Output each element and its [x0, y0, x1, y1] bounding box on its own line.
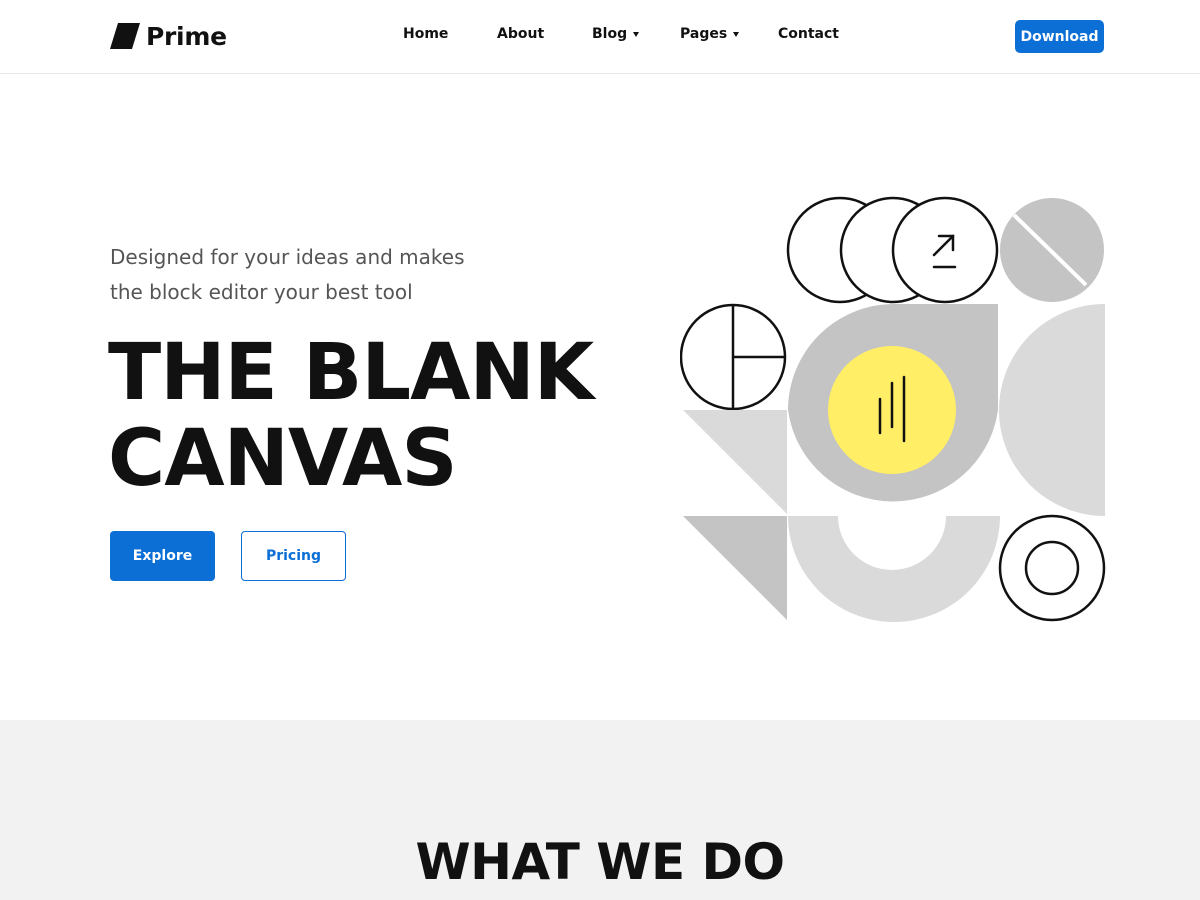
section-title: WHAT WE DO — [415, 833, 785, 891]
download-button[interactable]: Download — [1015, 20, 1104, 53]
grey-triangle — [683, 516, 787, 620]
caret-down-icon — [733, 31, 740, 37]
light-grey-half-circle — [999, 304, 1105, 516]
explore-button[interactable]: Explore — [110, 531, 215, 581]
light-grey-arch — [788, 516, 1000, 622]
double-ring-circle — [998, 514, 1106, 622]
hero-subtitle-line-2: the block editor your best tool — [110, 280, 413, 304]
hero-title-line-1: THE BLANK — [108, 328, 594, 418]
nav-contact[interactable]: Contact — [778, 26, 839, 42]
nav-blog-label: Blog — [592, 26, 628, 42]
nav-about[interactable]: About — [497, 26, 544, 42]
light-grey-triangle — [683, 410, 787, 514]
outline-circle-3 — [891, 196, 999, 304]
caret-down-icon — [633, 31, 640, 37]
hero-title: THE BLANK CANVAS — [108, 330, 668, 502]
parallelogram-logo-icon — [110, 23, 140, 49]
pricing-button[interactable]: Pricing — [241, 531, 346, 581]
site-header: Prime Home About Blog Pages Contact Down… — [0, 0, 1200, 74]
hero-title-line-2: CANVAS — [108, 414, 458, 504]
nav-pages[interactable]: Pages — [680, 26, 740, 42]
nav-home-label: Home — [403, 26, 449, 42]
nav-contact-label: Contact — [778, 26, 839, 42]
brand-name: Prime — [146, 21, 227, 51]
geometric-illustration — [680, 196, 1106, 622]
nav-about-label: About — [497, 26, 545, 42]
hero-subtitle-line-1: Designed for your ideas and makes — [110, 245, 465, 269]
hero-subtitle: Designed for your ideas and makes the bl… — [110, 240, 580, 310]
brand-logo[interactable]: Prime — [110, 20, 227, 52]
nav-blog[interactable]: Blog — [592, 26, 640, 42]
nav-pages-label: Pages — [680, 26, 728, 42]
split-grey-circle — [1000, 198, 1104, 302]
quartered-outline-circle — [680, 303, 787, 411]
outlined-circles-row — [786, 196, 999, 304]
nav-home[interactable]: Home — [403, 26, 448, 42]
